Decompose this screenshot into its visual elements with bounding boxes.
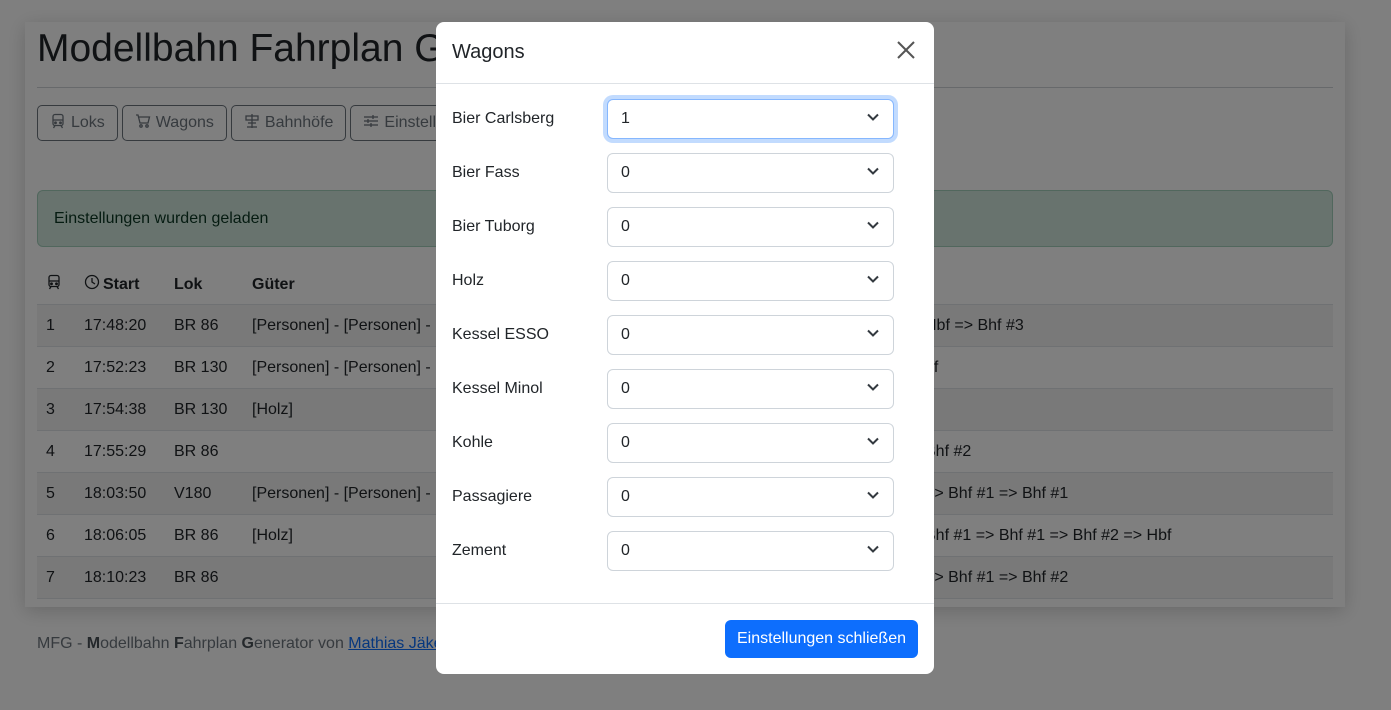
modal-header: Wagons (436, 22, 934, 84)
wagon-count-select[interactable]: 0 (607, 423, 894, 463)
wagon-count-select[interactable]: 0 (607, 369, 894, 409)
wagon-row: Bier Carlsberg 1 (452, 99, 918, 139)
wagon-label: Passagiere (452, 488, 533, 505)
wagon-label: Kessel ESSO (452, 326, 549, 343)
select-value: 0 (621, 272, 630, 289)
modal-title: Wagons (452, 41, 525, 63)
wagon-row: Bier Fass 0 (452, 153, 918, 193)
wagon-count-select[interactable]: 0 (607, 261, 894, 301)
wagon-row: Passagiere 0 (452, 477, 918, 517)
select-value: 0 (621, 434, 630, 451)
chevron-down-icon (866, 164, 880, 183)
select-value: 1 (621, 110, 630, 127)
wagon-count-select[interactable]: 0 (607, 153, 894, 193)
wagon-label: Kessel Minol (452, 380, 543, 397)
close-button[interactable] (894, 41, 918, 65)
modal-footer: Einstellungen schließen (436, 603, 934, 674)
wagon-count-select[interactable]: 0 (607, 207, 894, 247)
select-value: 0 (621, 488, 630, 505)
chevron-down-icon (866, 272, 880, 291)
chevron-down-icon (866, 326, 880, 345)
select-value: 0 (621, 218, 630, 235)
wagon-row: Kessel Minol 0 (452, 369, 918, 409)
modal-body: Bier Carlsberg 1 Bier Fass 0 Bier Tuborg… (436, 84, 934, 571)
wagon-row: Zement 0 (452, 531, 918, 571)
select-value: 0 (621, 164, 630, 181)
wagons-modal: Wagons Bier Carlsberg 1 Bier Fass 0 Bier… (436, 22, 934, 674)
wagon-row: Kohle 0 (452, 423, 918, 463)
wagon-label: Zement (452, 542, 507, 559)
wagon-count-select[interactable]: 0 (607, 531, 894, 571)
wagon-count-select[interactable]: 1 (607, 99, 894, 139)
wagon-row: Bier Tuborg 0 (452, 207, 918, 247)
wagon-label: Kohle (452, 434, 493, 451)
chevron-down-icon (866, 218, 880, 237)
wagon-row: Kessel ESSO 0 (452, 315, 918, 355)
wagon-label: Bier Tuborg (452, 218, 535, 235)
chevron-down-icon (866, 110, 880, 129)
select-value: 0 (621, 326, 630, 343)
close-settings-button[interactable]: Einstellungen schließen (725, 620, 918, 658)
wagon-label: Bier Fass (452, 164, 520, 181)
wagon-count-select[interactable]: 0 (607, 315, 894, 355)
wagon-label: Bier Carlsberg (452, 110, 555, 127)
select-value: 0 (621, 380, 630, 397)
chevron-down-icon (866, 542, 880, 561)
wagon-count-select[interactable]: 0 (607, 477, 894, 517)
wagon-row: Holz 0 (452, 261, 918, 301)
chevron-down-icon (866, 434, 880, 453)
close-icon (897, 41, 915, 64)
chevron-down-icon (866, 380, 880, 399)
wagon-label: Holz (452, 272, 485, 289)
chevron-down-icon (866, 488, 880, 507)
select-value: 0 (621, 542, 630, 559)
